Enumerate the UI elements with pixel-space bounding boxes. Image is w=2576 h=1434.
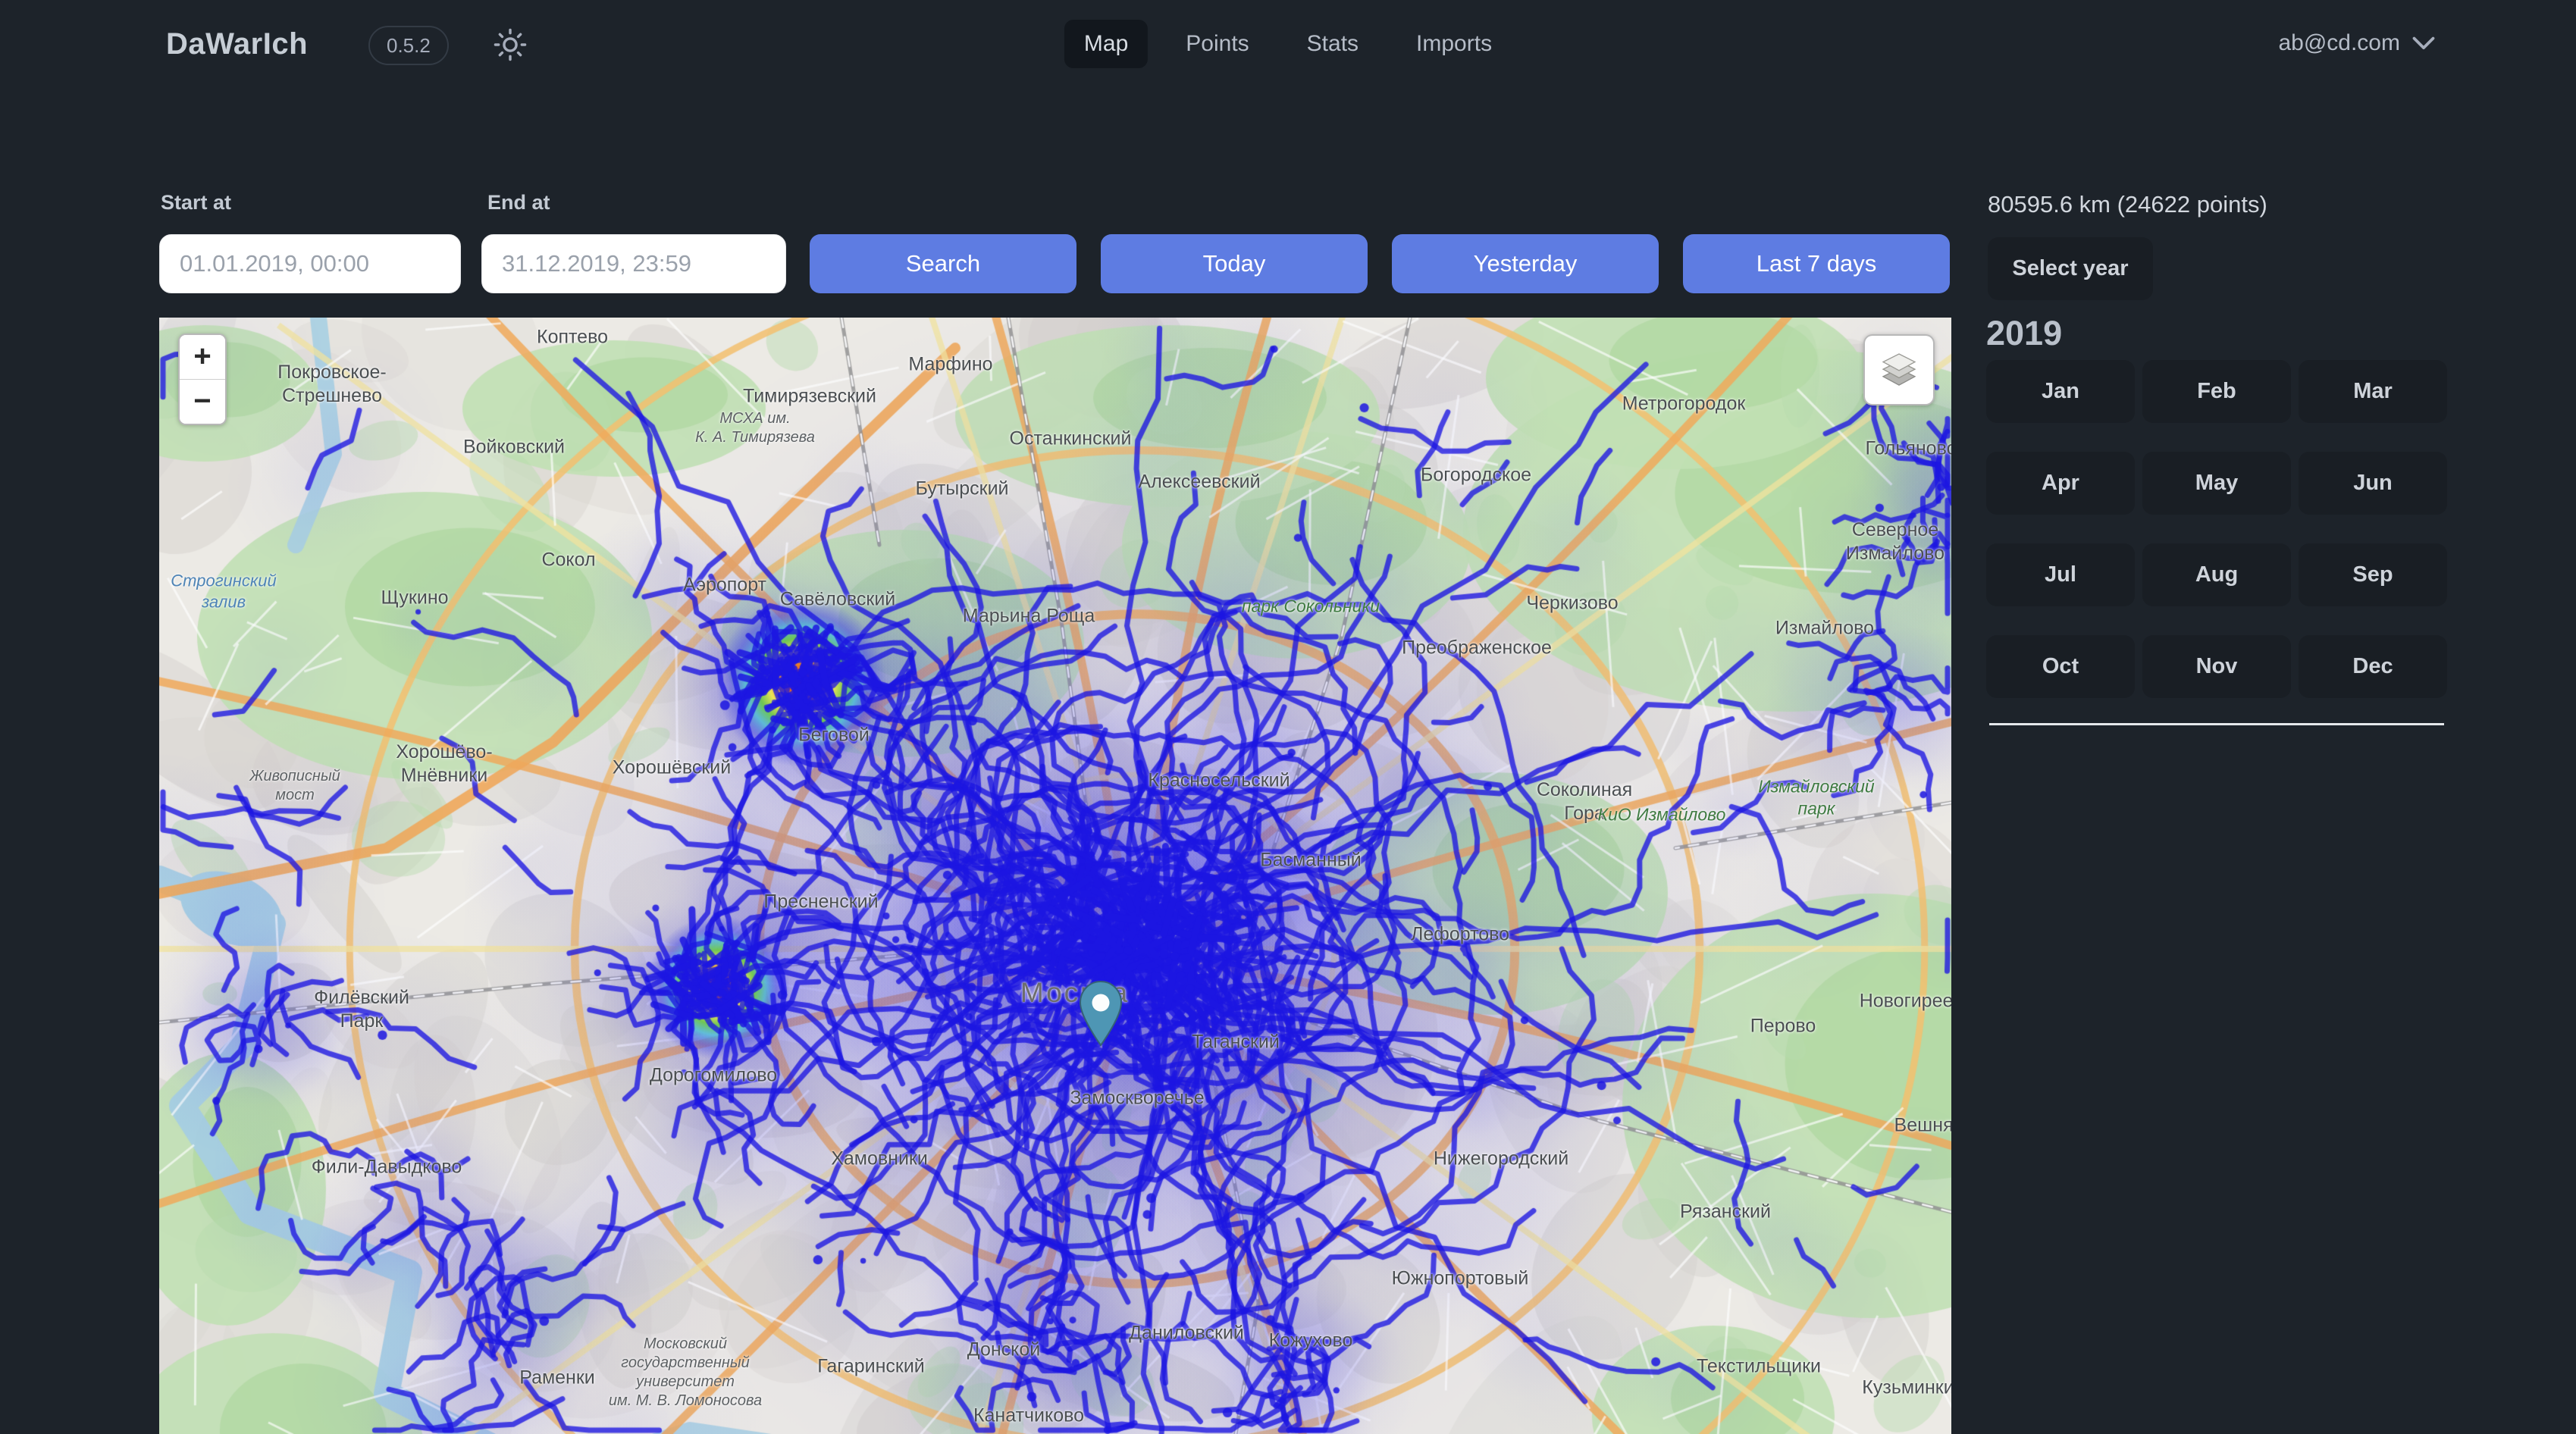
map-container[interactable]: Коптево Покровское- Стрешнево Тимирязевски… — [159, 318, 1951, 1434]
map-label: Сокол — [541, 548, 595, 571]
end-at-input[interactable] — [481, 234, 786, 293]
map-label: Канатчиково — [973, 1404, 1084, 1427]
month-button-oct[interactable]: Oct — [1986, 635, 2135, 698]
month-button-apr[interactable]: Apr — [1986, 452, 2135, 515]
map-label: Тимирязевский — [743, 384, 876, 408]
map-label: Северное Измайлово — [1846, 518, 1945, 566]
theme-toggle-button[interactable] — [493, 27, 528, 62]
map-label: Нижегородский — [1434, 1147, 1568, 1170]
end-at-label: End at — [487, 191, 550, 214]
tab-stats[interactable]: Stats — [1287, 20, 1378, 68]
map-label: Гагаринский — [817, 1354, 925, 1378]
map-label: Войковский — [463, 435, 565, 459]
layers-icon — [1878, 349, 1920, 391]
yesterday-button[interactable]: Yesterday — [1392, 234, 1659, 293]
chevron-down-icon — [2412, 36, 2435, 51]
tab-points[interactable]: Points — [1166, 20, 1268, 68]
map-label: Алексеевский — [1138, 470, 1260, 493]
map-label: Перово — [1750, 1014, 1816, 1038]
map-label: Лефортово — [1411, 922, 1509, 946]
start-at-label: Start at — [161, 191, 231, 214]
map-label: Марфино — [908, 352, 992, 376]
today-button[interactable]: Today — [1101, 234, 1368, 293]
map-label: Пресненский — [763, 890, 878, 913]
month-button-mar[interactable]: Mar — [2299, 360, 2447, 423]
month-button-sep[interactable]: Sep — [2299, 543, 2447, 606]
sun-icon — [493, 27, 528, 62]
map-label: Текстильщики — [1697, 1354, 1821, 1378]
map-label: Бутырский — [915, 477, 1008, 500]
map-label: Московский государственный университет и… — [609, 1335, 762, 1411]
search-button[interactable]: Search — [810, 234, 1076, 293]
map-label: Раменки — [519, 1366, 595, 1389]
map-label: Южнопортовый — [1392, 1266, 1529, 1290]
main-nav: Map Points Stats Imports — [1064, 20, 1512, 68]
user-email: ab@cd.com — [2278, 30, 2400, 56]
tab-imports[interactable]: Imports — [1396, 20, 1512, 68]
month-button-may[interactable]: May — [2142, 452, 2291, 515]
month-button-jun[interactable]: Jun — [2299, 452, 2447, 515]
map-label: Преображенское — [1402, 636, 1552, 659]
map-label: Черкизово — [1526, 591, 1618, 615]
map-label: Покровское- Стрешнево — [277, 361, 386, 409]
layers-control-button[interactable] — [1863, 334, 1935, 405]
map-label: Филёвский Парк — [314, 986, 409, 1034]
start-at-input[interactable] — [159, 234, 461, 293]
map-label: Хамовники — [831, 1147, 928, 1170]
month-button-dec[interactable]: Dec — [2299, 635, 2447, 698]
map-label: Фили-Давыдково — [312, 1155, 462, 1179]
map-label: Даниловский — [1129, 1321, 1244, 1345]
map-label: Вешняки — [1894, 1113, 1951, 1137]
map-canvas[interactable] — [159, 318, 1951, 1434]
distance-summary: 80595.6 km (24622 points) — [1988, 191, 2267, 218]
map-label: парк Сокольники — [1242, 596, 1380, 618]
month-button-jul[interactable]: Jul — [1986, 543, 2135, 606]
zoom-in-button[interactable]: + — [180, 335, 225, 380]
map-label: Донской — [967, 1338, 1041, 1361]
map-label: Коптево — [537, 325, 608, 349]
map-label: Измайловский парк — [1758, 775, 1874, 819]
user-menu[interactable]: ab@cd.com — [2278, 30, 2435, 56]
map-label: Замоскворечье — [1070, 1086, 1204, 1110]
month-button-aug[interactable]: Aug — [2142, 543, 2291, 606]
map-label: Кожухово — [1269, 1329, 1353, 1352]
map-label: Савёловский — [780, 587, 896, 611]
map-label: Красносельский — [1148, 769, 1290, 792]
map-label: Гольяново — [1866, 437, 1951, 460]
year-heading: 2019 — [1986, 314, 2062, 353]
months-grid: JanFebMar AprMayJun JulAugSep OctNovDec — [1986, 360, 2450, 698]
map-label: Марьина Роща — [963, 604, 1095, 628]
map-label: Живописный мост — [249, 767, 340, 805]
map-label: Хорошёво- Мнёвники — [396, 740, 492, 788]
map-label: Останкинский — [1010, 427, 1132, 450]
map-label: Строгинский залив — [171, 571, 277, 612]
map-zoom-control: + − — [178, 333, 227, 425]
map-label: Щукино — [381, 586, 448, 609]
map-label: Аэропорт — [683, 573, 766, 596]
map-label: Измайлово — [1775, 616, 1874, 640]
map-label: Басманный — [1260, 848, 1361, 872]
map-label: Беговой — [798, 723, 870, 747]
month-button-jan[interactable]: Jan — [1986, 360, 2135, 423]
map-label: Хорошёвский — [613, 756, 731, 779]
map-label: Богородское — [1421, 463, 1531, 487]
location-pin-icon[interactable] — [1076, 979, 1126, 1047]
map-label: Дорогомилово — [650, 1063, 777, 1087]
last-7-days-button[interactable]: Last 7 days — [1683, 234, 1950, 293]
map-label: КиО Измайлово — [1598, 804, 1726, 826]
map-label: МСХА им. К. А. Тимирязева — [695, 409, 815, 447]
month-button-nov[interactable]: Nov — [2142, 635, 2291, 698]
map-label: Метрогородок — [1622, 392, 1746, 415]
month-button-feb[interactable]: Feb — [2142, 360, 2291, 423]
zoom-out-button[interactable]: − — [180, 380, 225, 424]
app-logo[interactable]: DaWarIch — [166, 27, 308, 61]
tab-map[interactable]: Map — [1064, 20, 1148, 68]
select-year-button[interactable]: Select year — [1988, 237, 2153, 300]
map-label: Таганский — [1192, 1030, 1280, 1054]
map-label: Рязанский — [1680, 1200, 1771, 1223]
map-label: Кузьминки — [1862, 1376, 1951, 1399]
version-badge: 0.5.2 — [368, 26, 449, 65]
map-label: Новогиреево — [1860, 989, 1951, 1013]
sidebar-divider — [1989, 723, 2444, 725]
